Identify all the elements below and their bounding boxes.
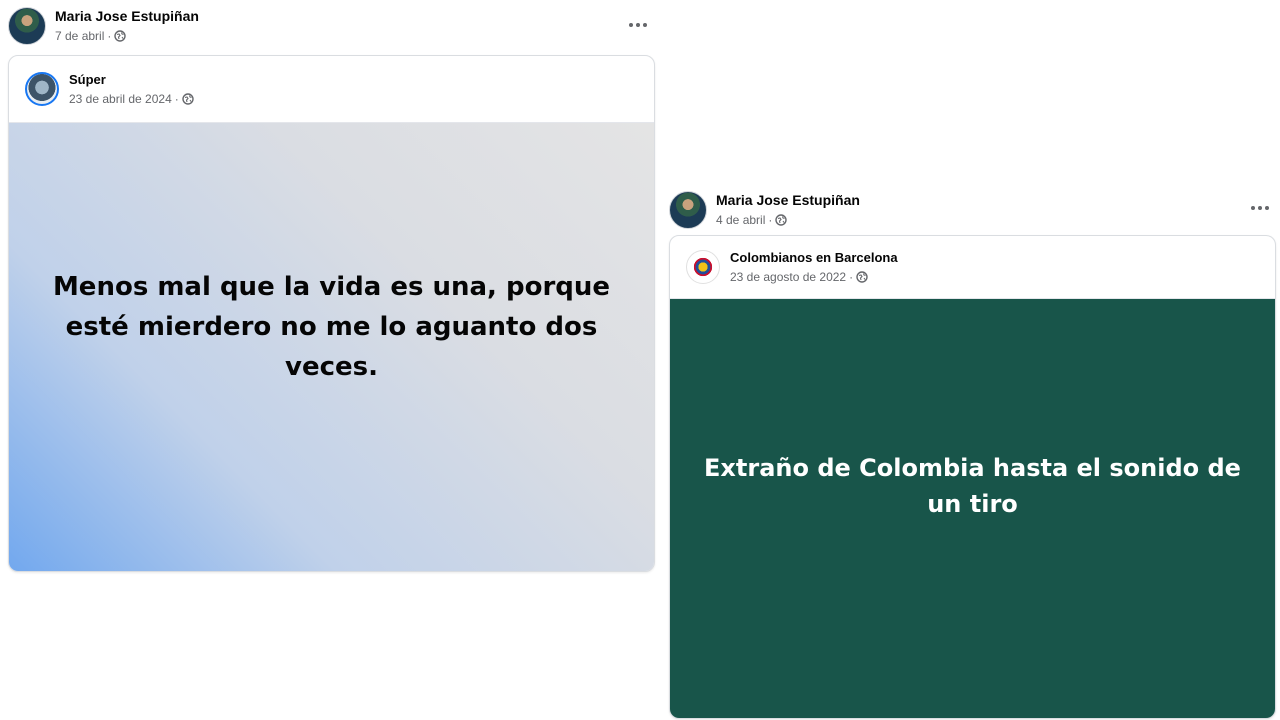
page-name[interactable]: Súper [69,71,194,88]
post-2: Maria Jose Estupiñan 4 de abril · Colomb… [661,181,1280,720]
shared-post-card[interactable]: Colombianos en Barcelona 23 de agosto de… [669,235,1276,719]
post-date[interactable]: 4 de abril [716,212,765,228]
post-author-row: Maria Jose Estupiñan 7 de abril · [8,7,199,45]
shared-post-card[interactable]: Súper 23 de abril de 2024 · Menos mal qu… [8,55,655,572]
meta-separator: · [849,270,854,284]
post-date[interactable]: 7 de abril [55,28,104,44]
meta-separator: · [174,92,179,106]
post-author-row: Maria Jose Estupiñan 4 de abril · [669,191,860,229]
meta-separator: · [768,213,773,227]
meta-separator: · [107,29,112,43]
shared-post-header: Súper 23 de abril de 2024 · [9,56,654,123]
globe-icon [856,271,868,283]
post-text: Extraño de Colombia hasta el sonido de u… [704,454,1241,518]
author-avatar[interactable] [8,7,46,45]
shared-post-meta: 23 de agosto de 2022 · [730,269,898,285]
page-avatar[interactable] [25,72,59,106]
post-meta: 4 de abril · [716,212,860,228]
post-1: Maria Jose Estupiñan 7 de abril · Súper … [0,0,660,580]
more-options-icon[interactable] [1251,201,1269,215]
author-name[interactable]: Maria Jose Estupiñan [716,191,860,209]
post-text: Menos mal que la vida es una, porque est… [52,272,611,382]
text-post-background: Extraño de Colombia hasta el sonido de u… [670,299,1275,718]
globe-icon [182,93,194,105]
shared-post-date[interactable]: 23 de abril de 2024 [69,91,172,107]
author-avatar[interactable] [669,191,707,229]
shared-post-date[interactable]: 23 de agosto de 2022 [730,269,846,285]
globe-icon [114,30,127,42]
globe-icon [775,214,788,226]
shared-post-meta: 23 de abril de 2024 · [69,91,194,107]
more-options-icon[interactable] [629,18,647,32]
page-name[interactable]: Colombianos en Barcelona [730,249,898,266]
author-name[interactable]: Maria Jose Estupiñan [55,7,199,25]
shared-post-header: Colombianos en Barcelona 23 de agosto de… [670,236,1275,299]
text-post-background: Menos mal que la vida es una, porque est… [9,123,654,571]
page-avatar[interactable] [686,250,720,284]
post-meta: 7 de abril · [55,28,199,44]
